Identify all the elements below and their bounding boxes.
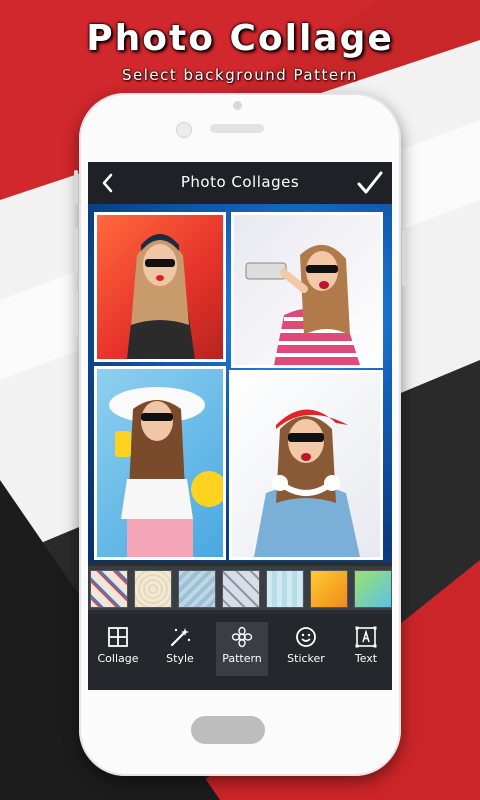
collage-canvas[interactable] — [88, 204, 392, 562]
magic-wand-icon — [170, 628, 191, 647]
earpiece — [210, 124, 264, 133]
app-title: Photo Collages — [180, 173, 300, 191]
pattern-picker — [88, 566, 392, 610]
tool-label: Sticker — [287, 652, 325, 665]
tool-label: Text — [354, 652, 378, 665]
tool-collage[interactable]: Collage — [92, 622, 144, 676]
collage-cell-photo[interactable] — [94, 366, 226, 560]
home-button[interactable] — [191, 716, 265, 744]
tool-style[interactable]: Style — [154, 622, 206, 676]
bottom-toolbar: Collage Style Pattern Sticker Text — [88, 614, 392, 690]
pattern-swatch[interactable] — [134, 570, 172, 608]
volume-button — [74, 290, 78, 336]
pattern-swatch[interactable] — [310, 570, 348, 608]
portrait-photo — [254, 409, 360, 557]
volume-button — [74, 170, 78, 204]
tool-sticker[interactable]: Sticker — [280, 622, 332, 676]
portrait-photo — [127, 234, 195, 359]
app-screen: Photo Collages Collage Style Pattern Sti… — [88, 162, 392, 690]
grid-icon — [108, 627, 128, 647]
collage-cell-photo[interactable] — [94, 212, 226, 362]
pattern-swatch[interactable] — [178, 570, 216, 608]
pattern-swatch[interactable] — [354, 570, 392, 608]
pattern-swatch[interactable] — [222, 570, 260, 608]
volume-button — [74, 228, 78, 274]
top-app-bar: Photo Collages — [88, 162, 392, 204]
flower-pattern-icon — [231, 626, 253, 648]
pattern-swatch[interactable] — [266, 570, 304, 608]
tool-label: Pattern — [222, 652, 262, 665]
front-camera — [176, 122, 192, 138]
collage-cell-photo[interactable] — [229, 370, 383, 560]
tool-pattern[interactable]: Pattern — [216, 622, 268, 676]
check-icon — [357, 171, 383, 194]
sensor-dot — [233, 101, 242, 110]
smiley-icon — [296, 627, 316, 647]
tool-text[interactable]: Text — [340, 622, 392, 676]
portrait-photo — [245, 244, 362, 365]
collage-cell-photo[interactable] — [231, 212, 383, 368]
tool-label: Collage — [97, 652, 139, 665]
text-box-icon — [355, 626, 377, 648]
portrait-photo — [109, 387, 223, 557]
promo-subtitle: Select background Pattern — [122, 66, 358, 84]
power-button — [402, 230, 406, 286]
confirm-button[interactable] — [356, 168, 384, 198]
tool-label: Style — [166, 652, 194, 665]
promo-title: Photo Collage — [86, 18, 394, 59]
pattern-swatch[interactable] — [90, 570, 128, 608]
